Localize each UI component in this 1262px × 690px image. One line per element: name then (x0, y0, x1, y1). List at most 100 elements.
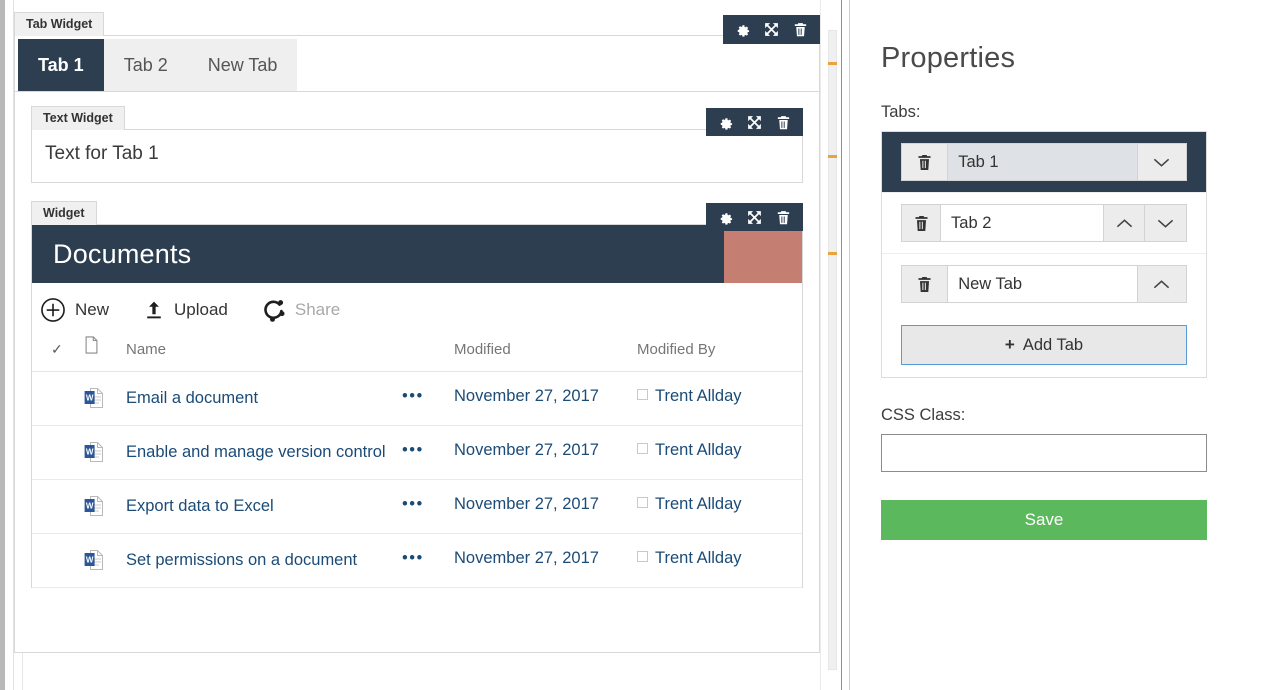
tab-config-row[interactable] (882, 193, 1206, 254)
svg-text:W: W (86, 394, 94, 403)
row-select-cell[interactable] (32, 426, 84, 480)
row-modified-by: Trent Allday (637, 372, 802, 426)
share-button[interactable]: Share (262, 298, 340, 322)
tab-2[interactable]: Tab 2 (103, 39, 188, 91)
move-icon[interactable] (746, 209, 763, 226)
move-icon[interactable] (746, 114, 763, 131)
add-tab-row: + Add Tab (882, 314, 1206, 377)
upload-button-label: Upload (174, 299, 228, 319)
chevron-up-icon (1116, 218, 1132, 227)
tab-config-row[interactable] (882, 254, 1206, 314)
left-gutter (0, 0, 5, 690)
row-modified-by-label: Trent Allday (655, 495, 742, 513)
plus-circle-icon (41, 297, 65, 322)
trash-icon (918, 276, 931, 292)
svg-text:W: W (86, 448, 94, 457)
row-modified-by-label: Trent Allday (655, 387, 742, 405)
add-tab-label: Add Tab (1022, 335, 1084, 354)
table-row[interactable]: W Email a document ••• November 27, 2017 Tr… (32, 372, 802, 426)
word-file-icon: W (84, 496, 103, 516)
documents-title: Documents (53, 238, 192, 269)
table-row[interactable]: W Export data to Excel ••• November 27, 20… (32, 480, 802, 534)
add-tab-button[interactable]: + Add Tab (901, 325, 1187, 365)
table-row[interactable]: W Enable and manage version control ••• No… (32, 426, 802, 480)
vertical-scrollbar[interactable] (828, 30, 837, 670)
trash-icon[interactable] (775, 209, 792, 226)
share-button-label: Share (294, 299, 341, 319)
row-name[interactable]: Enable and manage version control (126, 426, 402, 480)
new-button-label: New (75, 299, 110, 319)
tab-name-input[interactable] (948, 143, 1138, 181)
trash-icon[interactable] (775, 114, 792, 131)
delete-tab-button[interactable] (901, 204, 942, 242)
gear-icon[interactable] (717, 209, 734, 226)
row-name[interactable]: Export data to Excel (126, 480, 402, 534)
row-modified: November 27, 2017 (454, 549, 599, 567)
trash-icon (918, 154, 931, 170)
move-tab-up-button[interactable] (1103, 204, 1146, 242)
gear-icon[interactable] (734, 21, 751, 38)
documents-banner-accent (724, 225, 802, 283)
tab-name-input[interactable] (941, 204, 1104, 242)
tab-3[interactable]: New Tab (187, 39, 298, 91)
column-header-modified[interactable]: Modified (454, 336, 637, 372)
row-modified-by-label: Trent Allday (655, 549, 742, 567)
tabs-list-box: + Add Tab (881, 131, 1207, 378)
table-header-row: ✓ Name Modified Modified By (32, 336, 802, 372)
row-select-cell[interactable] (32, 534, 84, 588)
new-button[interactable]: New (40, 297, 109, 323)
row-name[interactable]: Email a document (126, 372, 402, 426)
css-class-input[interactable] (881, 434, 1207, 472)
trash-icon[interactable] (792, 21, 809, 38)
text-widget-toolbar (706, 108, 803, 136)
plus-icon: + (1004, 335, 1015, 354)
tab-config-row[interactable] (882, 132, 1206, 193)
pane-divider (849, 0, 850, 690)
svg-text:W: W (86, 556, 94, 565)
tab-strip: Tab 1 Tab 2 New Tab (15, 36, 819, 92)
row-more-actions[interactable]: ••• (402, 534, 454, 588)
move-tab-down-button[interactable] (1137, 143, 1187, 181)
upload-icon (147, 301, 161, 318)
gear-icon[interactable] (717, 114, 734, 131)
svg-text:W: W (86, 502, 94, 511)
column-header-name[interactable]: Name (126, 336, 402, 372)
row-more-actions[interactable]: ••• (402, 372, 454, 426)
word-file-icon: W (84, 550, 103, 570)
save-button[interactable]: Save (881, 500, 1207, 540)
app-root: Tab Widget Tab 1 Tab 2 New Tab Text Widg… (0, 0, 1262, 690)
delete-tab-button[interactable] (901, 143, 949, 181)
documents-command-bar: New Upload Share (32, 283, 802, 336)
move-tab-up-button[interactable] (1137, 265, 1187, 303)
upload-button[interactable]: Upload (143, 298, 228, 322)
documents-widget-toolbar (706, 203, 803, 231)
text-widget-body: Text for Tab 1 (31, 129, 803, 183)
row-select-cell[interactable] (32, 372, 84, 426)
row-name[interactable]: Set permissions on a document (126, 534, 402, 588)
row-modified-by: Trent Allday (637, 534, 802, 588)
row-select-cell[interactable] (32, 480, 84, 534)
row-more-actions[interactable]: ••• (402, 426, 454, 480)
chevron-down-icon (1154, 158, 1170, 167)
word-file-icon: W (84, 388, 103, 408)
text-widget-label: Text Widget (31, 106, 125, 130)
checkmark-icon: ✓ (51, 341, 63, 357)
table-row[interactable]: W Set permissions on a document ••• Novemb… (32, 534, 802, 588)
share-icon (264, 299, 285, 322)
column-header-filetype[interactable] (84, 336, 126, 372)
row-modified-by: Trent Allday (637, 426, 802, 480)
move-icon[interactable] (763, 21, 780, 38)
row-more-actions[interactable]: ••• (402, 480, 454, 534)
tab-name-input[interactable] (948, 265, 1138, 303)
move-tab-down-button[interactable] (1145, 204, 1187, 242)
scrollbar-marker (828, 252, 837, 255)
scrollbar-marker (828, 62, 837, 65)
column-header-modified-by[interactable]: Modified By (637, 336, 802, 372)
row-modified: November 27, 2017 (454, 441, 599, 459)
documents-widget: Widget Documents New Upload Share ✓ Name… (31, 201, 803, 588)
documents-table-head: ✓ Name Modified Modified By (32, 336, 802, 372)
tab-1[interactable]: Tab 1 (18, 39, 104, 91)
row-modified: November 27, 2017 (454, 495, 599, 513)
column-header-select[interactable]: ✓ (32, 336, 84, 372)
delete-tab-button[interactable] (901, 265, 949, 303)
